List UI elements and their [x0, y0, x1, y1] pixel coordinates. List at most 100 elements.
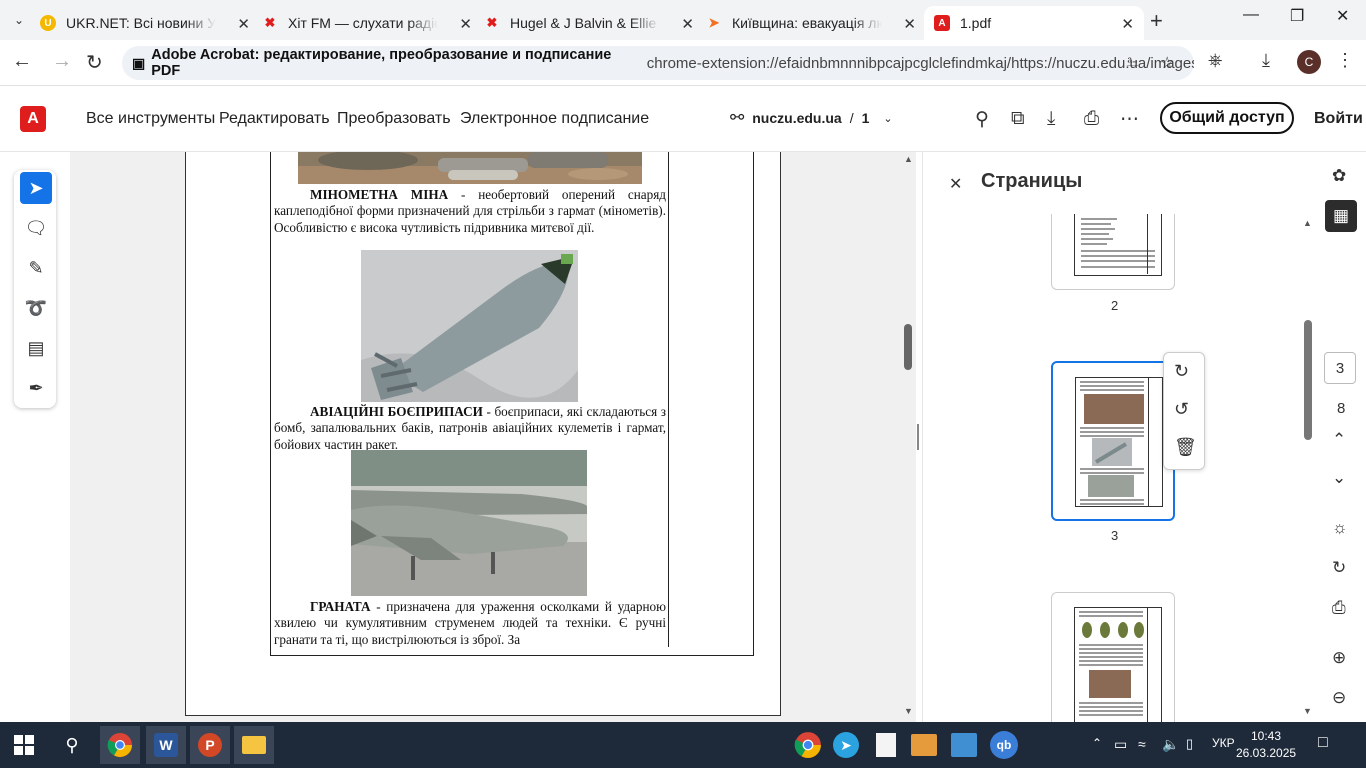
chrome-app-icon[interactable]	[100, 726, 140, 764]
previous-page-chevron-up-icon[interactable]: ⌃	[1332, 430, 1346, 450]
chrome-tray-app-icon[interactable]	[788, 726, 828, 764]
select-cursor-icon[interactable]: ➤	[20, 172, 52, 204]
keyboard-language[interactable]: УКР	[1212, 736, 1235, 750]
scroll-down-arrow-icon[interactable]: ▼	[904, 706, 913, 716]
thumbnail-page	[1074, 607, 1162, 727]
share-button[interactable]: Общий доступ	[1160, 102, 1294, 134]
pages-panel-title: Страницы	[981, 170, 1083, 192]
word-app-icon[interactable]: W	[146, 726, 186, 764]
forward-arrow-icon[interactable]: →	[52, 50, 72, 73]
search-icon[interactable]: ⚲	[975, 108, 989, 131]
document-scrollbar[interactable]: ▲ ▼	[904, 152, 916, 722]
page-thumbnail-3[interactable]	[1051, 361, 1175, 521]
close-icon[interactable]: ✕	[459, 15, 472, 33]
paragraph-grenade: ГРАНАТА - призначена для ураження осколк…	[274, 599, 666, 648]
phone-icon[interactable]: ▯	[1186, 736, 1193, 752]
panel-scroll-down-arrow-icon[interactable]: ▼	[1303, 706, 1312, 716]
menu-convert[interactable]: Преобразовать	[337, 110, 451, 128]
print-icon[interactable]: ⎙	[1084, 108, 1099, 130]
term-aviation: АВІАЦІЙНІ БОЄПРИПАСИ	[310, 404, 483, 419]
close-icon[interactable]: ✕	[237, 15, 250, 33]
windows-start-icon[interactable]	[4, 726, 44, 764]
minimize-icon[interactable]: —	[1243, 6, 1259, 24]
acrobat-logo[interactable]: A	[20, 106, 46, 132]
page-thumbnails-grid-icon[interactable]: ▦	[1325, 200, 1357, 232]
menu-edit[interactable]: Редактировать	[219, 110, 330, 128]
extensions-puzzle-icon[interactable]: ⎈	[1208, 50, 1222, 71]
refresh-icon[interactable]: ↻	[1332, 558, 1346, 578]
panel-scroll-up-arrow-icon[interactable]: ▲	[1303, 218, 1312, 228]
scroll-up-arrow-icon[interactable]: ▲	[904, 154, 913, 164]
back-arrow-icon[interactable]: ←	[12, 50, 32, 73]
ai-assistant-icon[interactable]: ✿	[1332, 166, 1346, 186]
taskbar-search-icon[interactable]: ⚲	[52, 726, 92, 764]
volume-icon[interactable]: 🔈	[1162, 736, 1179, 753]
close-icon[interactable]: ✕	[1121, 15, 1134, 33]
page-thumbnail-4[interactable]	[1051, 592, 1175, 732]
brightness-icon[interactable]: ☼	[1332, 518, 1348, 538]
fill-sign-icon[interactable]: ✒	[20, 372, 52, 404]
profile-avatar[interactable]: C	[1297, 50, 1321, 74]
qbittorrent-app-icon[interactable]: qb	[984, 726, 1024, 764]
page-frame: МІНОМЕТНА МІНА - необертовий оперений сн…	[270, 152, 754, 656]
page-layout-icon[interactable]: ⧉	[1011, 108, 1025, 130]
menu-all-tools[interactable]: Все инструменты	[86, 110, 215, 128]
battery-icon[interactable]: ▭	[1114, 736, 1127, 753]
document-app-icon[interactable]	[866, 726, 906, 764]
delete-page-trash-icon[interactable]: 🗑	[1174, 437, 1197, 458]
menu-esign[interactable]: Электронное подписание	[460, 110, 649, 128]
maximize-icon[interactable]: ❐	[1290, 6, 1304, 26]
image-viewer-app-icon[interactable]	[904, 726, 944, 764]
page-export-icon[interactable]: ⎙	[1332, 598, 1346, 618]
tab-ukrnet[interactable]: U UKR.NET: Всі новини Україн ✕	[40, 6, 260, 40]
document-scroll-thumb[interactable]	[904, 324, 912, 370]
text-box-icon[interactable]: ▤	[20, 332, 52, 364]
document-location[interactable]: ⚯ nuczu.edu.ua / 1 ⌄	[730, 108, 893, 128]
term-grenade: ГРАНАТА	[310, 599, 371, 614]
tab-title: Hugel & J Balvin & Ellie Gou	[510, 15, 660, 31]
chart-app-icon[interactable]	[944, 726, 984, 764]
translate-icon[interactable]: ⎁	[1126, 53, 1139, 71]
tab-hitfm[interactable]: ✖ Хіт FM — слухати радіо онл ✕	[262, 6, 482, 40]
file-explorer-icon[interactable]	[234, 726, 274, 764]
close-panel-icon[interactable]: ✕	[949, 174, 962, 194]
more-options-icon[interactable]: ⋯	[1120, 108, 1139, 131]
taskbar-clock[interactable]: 10:43 26.03.2025	[1236, 728, 1296, 762]
show-hidden-icons-icon[interactable]: ⌃	[1092, 736, 1102, 750]
close-icon[interactable]: ✕	[681, 15, 694, 33]
zoom-in-icon[interactable]: ⊕	[1332, 648, 1346, 668]
telegram-app-icon[interactable]: ➤	[826, 726, 866, 764]
close-icon[interactable]: ✕	[903, 15, 916, 33]
tab-hugel[interactable]: ✖ Hugel & J Balvin & Ellie Gou ✕	[484, 6, 704, 40]
tab-search-chevron-icon[interactable]: ⌄	[6, 8, 32, 32]
reload-icon[interactable]: ↻	[86, 50, 103, 75]
zoom-out-icon[interactable]: ⊖	[1332, 688, 1346, 708]
tab-pdf-active[interactable]: A 1.pdf ✕	[924, 6, 1144, 40]
download-icon[interactable]: ⤓	[1047, 108, 1055, 130]
page-thumbnail-2[interactable]	[1051, 214, 1175, 290]
new-tab-plus-icon[interactable]: +	[1150, 8, 1163, 34]
add-comment-icon[interactable]: 🗨	[20, 212, 52, 244]
window-close-icon[interactable]: ✕	[1336, 6, 1349, 26]
chevron-down-icon: ⌄	[883, 112, 893, 125]
omnibox-url[interactable]: chrome-extension://efaidnbmnnnibpcajpcgl…	[647, 55, 1194, 72]
rotate-counterclockwise-icon[interactable]: ↺	[1174, 399, 1189, 420]
paragraph-aviation: АВІАЦІЙНІ БОЄПРИПАСИ - боєприпаси, які с…	[274, 404, 666, 453]
highlight-pen-icon[interactable]: ✎	[20, 252, 52, 284]
wifi-icon[interactable]: ≈	[1138, 736, 1146, 752]
tab-kyivshchyna[interactable]: ➤ Київщина: евакуація людей ✕	[706, 6, 926, 40]
downloads-icon[interactable]: ⤓	[1262, 50, 1270, 71]
powerpoint-app-icon[interactable]: P	[190, 726, 230, 764]
next-page-chevron-down-icon[interactable]: ⌄	[1332, 468, 1346, 488]
login-button[interactable]: Войти	[1314, 110, 1363, 128]
extension-site-chip[interactable]: ▣ Adobe Acrobat: редактирование, преобра…	[132, 47, 633, 79]
freehand-draw-icon[interactable]: ➰	[20, 292, 52, 324]
bookmark-star-icon[interactable]: ☆	[1160, 53, 1174, 73]
address-bar[interactable]: ▣ Adobe Acrobat: редактирование, преобра…	[122, 46, 1194, 80]
notification-icon[interactable]: □	[1318, 734, 1328, 752]
browser-menu-icon[interactable]: ⋮	[1336, 50, 1354, 71]
pages-panel-scroll-thumb[interactable]	[1304, 320, 1312, 440]
current-page-input[interactable]: 3	[1324, 352, 1356, 384]
document-viewer[interactable]: МІНОМЕТНА МІНА - необертовий оперений сн…	[70, 152, 916, 722]
rotate-clockwise-icon[interactable]: ↻	[1174, 361, 1189, 382]
